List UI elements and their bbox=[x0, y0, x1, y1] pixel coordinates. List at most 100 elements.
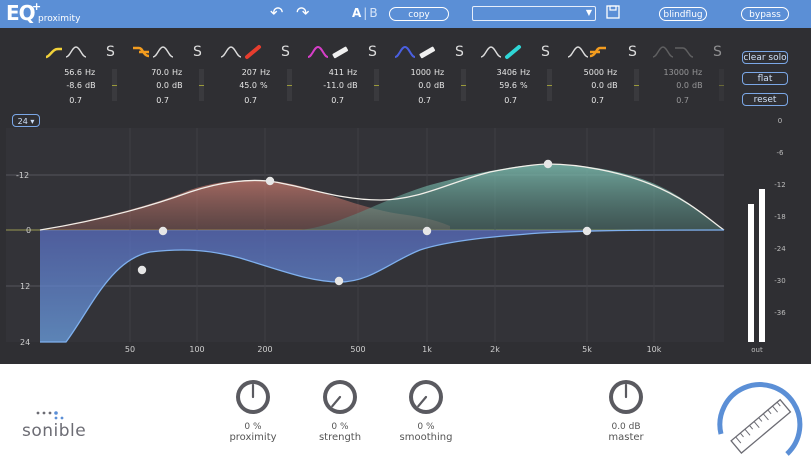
meter-scale-label: -36 bbox=[774, 309, 786, 317]
band-gain[interactable]: 0.0 dB bbox=[651, 81, 711, 92]
band-q[interactable]: 0.7 bbox=[393, 96, 453, 107]
output-meter-left bbox=[748, 204, 754, 342]
chevron-down-icon: ▾ bbox=[30, 117, 35, 126]
band-q[interactable]: 0.7 bbox=[306, 96, 366, 107]
band-node-5[interactable] bbox=[422, 226, 432, 236]
knob-dial[interactable] bbox=[407, 378, 445, 416]
band-freq[interactable]: 1000 Hz bbox=[393, 68, 453, 79]
solo-button[interactable]: S bbox=[455, 45, 464, 59]
filter-shape-icon[interactable] bbox=[219, 44, 275, 60]
y-label: 12 bbox=[20, 282, 30, 291]
band-q[interactable]: 0.7 bbox=[44, 96, 104, 107]
y-label: 24 bbox=[20, 338, 30, 347]
solo-button[interactable]: S bbox=[106, 45, 115, 59]
x-label: 1k bbox=[422, 345, 432, 354]
band-meter bbox=[547, 69, 552, 101]
meter-scale-label: -30 bbox=[774, 277, 785, 285]
band-q[interactable]: 0.7 bbox=[651, 96, 711, 107]
solo-button[interactable]: S bbox=[713, 45, 722, 59]
solo-button[interactable]: S bbox=[628, 45, 637, 59]
knob-label: proximity bbox=[229, 432, 277, 443]
knob-label: strength bbox=[318, 432, 362, 443]
band-freq[interactable]: 13000 Hz bbox=[651, 68, 711, 79]
x-label: 10k bbox=[647, 345, 662, 354]
band-freq[interactable]: 411 Hz bbox=[306, 68, 366, 79]
band-node-4[interactable] bbox=[334, 276, 344, 286]
solo-button[interactable]: S bbox=[541, 45, 550, 59]
knob-value: 0.0 dB bbox=[611, 422, 641, 432]
band-meter bbox=[287, 69, 292, 101]
flat-button[interactable]: flat bbox=[742, 72, 788, 85]
band-meter bbox=[112, 69, 117, 101]
knob-value: 0 % bbox=[417, 422, 435, 432]
band-freq[interactable]: 70.0 Hz bbox=[131, 68, 191, 79]
knob-dial[interactable] bbox=[321, 378, 359, 416]
solo-button[interactable]: S bbox=[368, 45, 377, 59]
filter-shape-icon[interactable] bbox=[131, 44, 187, 60]
clear-solo-button[interactable]: clear solo bbox=[742, 51, 788, 64]
zoom-range-dropdown[interactable]: 24 ▾ bbox=[12, 114, 40, 127]
meter-scale-label: -18 bbox=[774, 213, 785, 221]
solo-button[interactable]: S bbox=[281, 45, 290, 59]
band-gain[interactable]: -11.0 dB bbox=[306, 81, 366, 92]
knob-smoothing[interactable]: 0 % smoothing bbox=[391, 378, 461, 443]
x-label: 5k bbox=[582, 345, 592, 354]
meter-scale-label: 0 bbox=[778, 117, 782, 125]
filter-shape-icon[interactable] bbox=[306, 44, 362, 60]
y-label: 0 bbox=[26, 226, 31, 235]
knob-dial[interactable] bbox=[607, 378, 645, 416]
knob-strength[interactable]: 0 % strength bbox=[305, 378, 375, 443]
knob-label: smoothing bbox=[399, 432, 453, 443]
knob-proximity[interactable]: 0 % proximity bbox=[218, 378, 288, 443]
filter-shape-icon[interactable] bbox=[44, 44, 100, 60]
sonible-logo: sonible bbox=[22, 421, 87, 441]
x-label: 500 bbox=[350, 345, 365, 354]
knob-value: 0 % bbox=[331, 422, 349, 432]
band-meter bbox=[199, 69, 204, 101]
band-freq[interactable]: 5000 Hz bbox=[566, 68, 626, 79]
band-node-7[interactable] bbox=[582, 226, 592, 236]
band-meter bbox=[719, 69, 724, 101]
band-meter bbox=[461, 69, 466, 101]
band-node-6[interactable] bbox=[543, 159, 553, 169]
band-gain[interactable]: 0.0 dB bbox=[131, 81, 191, 92]
band-q[interactable]: 0.7 bbox=[131, 96, 191, 107]
filter-shape-icon[interactable] bbox=[393, 44, 449, 60]
band-meter bbox=[374, 69, 379, 101]
y-label: -12 bbox=[16, 171, 29, 180]
band-q[interactable]: 0.7 bbox=[219, 96, 279, 107]
band-node-2[interactable] bbox=[158, 226, 168, 236]
meter-scale-label: -12 bbox=[774, 181, 785, 189]
knob-value: 0 % bbox=[244, 422, 262, 432]
band-gain[interactable]: -8.6 dB bbox=[44, 81, 104, 92]
x-label: 50 bbox=[125, 345, 135, 354]
output-meter-right bbox=[759, 189, 765, 342]
x-label: 200 bbox=[257, 345, 272, 354]
solo-button[interactable]: S bbox=[193, 45, 202, 59]
band-q[interactable]: 0.7 bbox=[566, 96, 626, 107]
x-label: 2k bbox=[490, 345, 500, 354]
band-q[interactable]: 0.7 bbox=[479, 96, 539, 107]
band-gain[interactable]: 59.6% bbox=[479, 81, 539, 92]
ruler-icon[interactable] bbox=[715, 372, 805, 460]
band-freq[interactable]: 3406 Hz bbox=[479, 68, 539, 79]
knob-label: master bbox=[608, 432, 644, 443]
filter-shape-icon[interactable] bbox=[651, 44, 707, 60]
meter-scale-label: -6 bbox=[777, 149, 785, 157]
band-node-3[interactable] bbox=[265, 176, 275, 186]
band-node-1[interactable] bbox=[137, 265, 147, 275]
reset-button[interactable]: reset bbox=[742, 93, 788, 106]
band-meter bbox=[634, 69, 639, 101]
band-gain[interactable]: 0.0 dB bbox=[566, 81, 626, 92]
knob-master[interactable]: 0.0 dB master bbox=[591, 378, 661, 443]
band-freq[interactable]: 56.6 Hz bbox=[44, 68, 104, 79]
sonible-logo-dots bbox=[36, 411, 64, 420]
band-gain[interactable]: 45.0% bbox=[219, 81, 279, 92]
band-gain[interactable]: 0.0 dB bbox=[393, 81, 453, 92]
filter-shape-icon[interactable] bbox=[479, 44, 535, 60]
zoom-value: 24 bbox=[17, 117, 28, 126]
meter-scale-label: -24 bbox=[774, 245, 786, 253]
band-freq[interactable]: 207 Hz bbox=[219, 68, 279, 79]
knob-dial[interactable] bbox=[234, 378, 272, 416]
filter-shape-icon[interactable] bbox=[566, 44, 622, 60]
